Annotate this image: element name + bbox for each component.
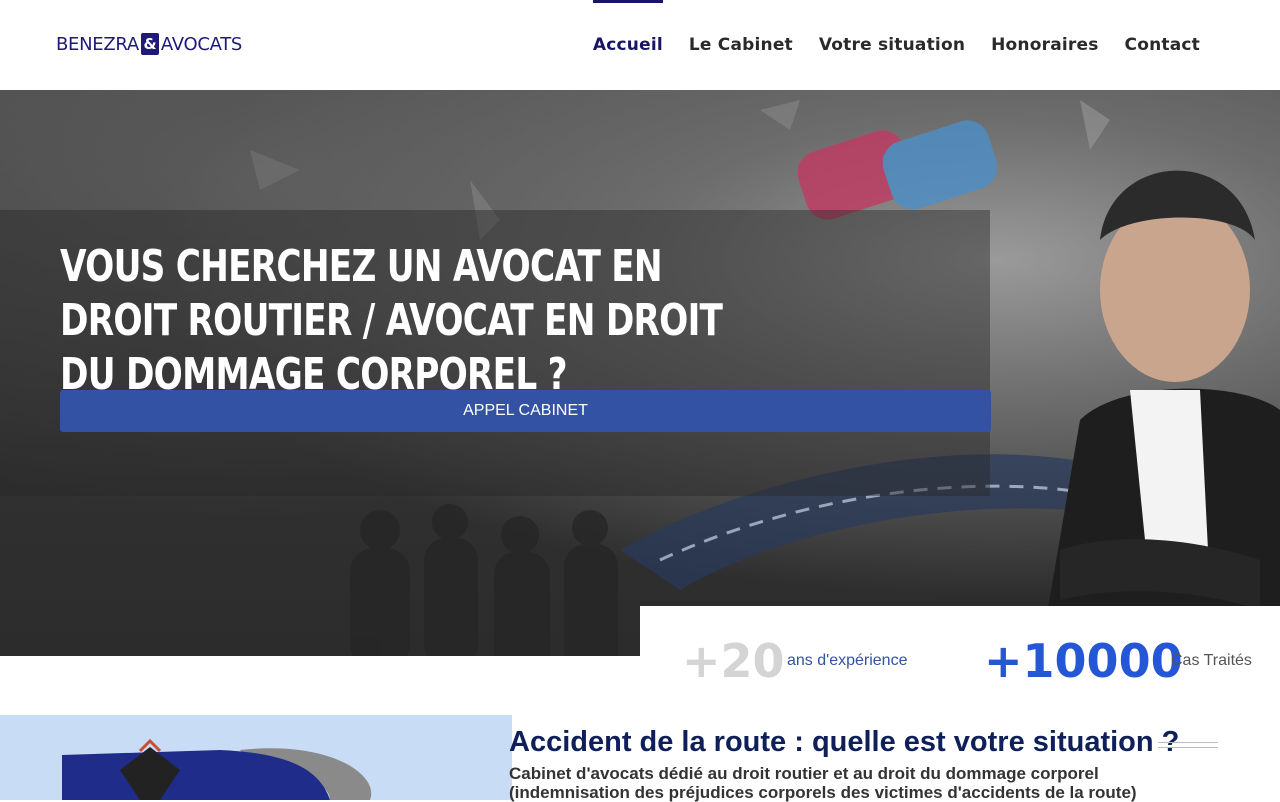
logo-mark-icon: & (140, 33, 159, 55)
hero-title: Vous cherchez un avocat en droit routier… (60, 241, 723, 400)
main-nav: Accueil Le Cabinet Votre situation Honor… (592, 0, 1200, 90)
heading-part-1: Accident de la route : (509, 726, 804, 758)
heading-part-3: votre (953, 726, 1025, 758)
heading-part-2: quelle est (803, 726, 954, 758)
logo-text-left: BENEZRA (56, 33, 139, 55)
nav-item-contact[interactable]: Contact (1125, 0, 1200, 90)
cases-handled-value: +10000 (984, 634, 1183, 688)
hero-banner: Vous cherchez un avocat en droit routier… (0, 90, 1280, 656)
logo-text-right: AVOCATS (160, 33, 243, 55)
site-logo[interactable]: BENEZRA & AVOCATS (56, 33, 242, 55)
promo-logo-illustration (62, 738, 372, 800)
situation-heading: Accident de la route : quelle est votre … (509, 726, 1179, 759)
nav-item-honoraires[interactable]: Honoraires (991, 0, 1098, 90)
experience-years-label: ans d'expérience (787, 652, 908, 669)
heading-divider (1158, 742, 1218, 748)
cases-handled-label: Cas Traités (1171, 652, 1252, 669)
call-office-button[interactable]: APPEL CABINET (60, 390, 991, 432)
promo-image (0, 715, 512, 800)
stats-panel: +20 ans d'expérience +10000 Cas Traités (640, 606, 1280, 716)
site-header: BENEZRA & AVOCATS Accueil Le Cabinet Vot… (0, 0, 1280, 90)
heading-part-4: situation ? (1024, 726, 1180, 758)
nav-item-le-cabinet[interactable]: Le Cabinet (689, 0, 793, 90)
situation-subtitle: Cabinet d'avocats dédié au droit routier… (509, 764, 1137, 802)
nav-item-votre-situation[interactable]: Votre situation (819, 0, 965, 90)
experience-years-value: +20 (682, 634, 785, 688)
nav-item-accueil[interactable]: Accueil (592, 0, 663, 90)
